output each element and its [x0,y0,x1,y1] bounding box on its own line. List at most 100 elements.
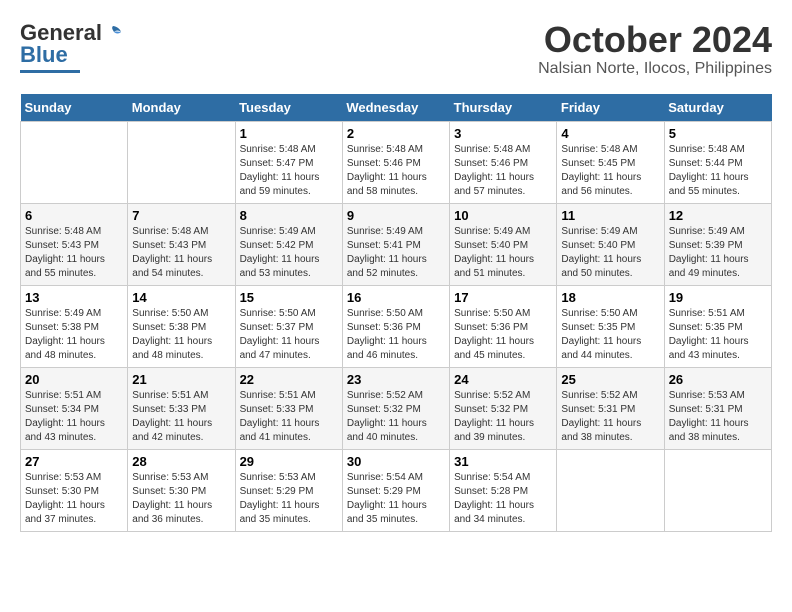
sunrise-text: Sunrise: 5:48 AM [454,144,530,155]
daylight-text: Daylight: 11 hours and 38 minutes. [561,418,641,443]
month-title: October 2024 [538,20,772,60]
sunset-text: Sunset: 5:35 PM [669,322,743,333]
weekday-header-wednesday: Wednesday [342,94,449,122]
day-number: 30 [347,454,445,469]
sunset-text: Sunset: 5:39 PM [669,240,743,251]
day-number: 23 [347,372,445,387]
day-info: Sunrise: 5:53 AM Sunset: 5:29 PM Dayligh… [240,471,338,527]
daylight-text: Daylight: 11 hours and 55 minutes. [25,254,105,279]
logo-divider [20,70,80,73]
weekday-header-thursday: Thursday [450,94,557,122]
sunset-text: Sunset: 5:38 PM [132,322,206,333]
day-number: 8 [240,208,338,223]
weekday-header-sunday: Sunday [21,94,128,122]
day-info: Sunrise: 5:50 AM Sunset: 5:38 PM Dayligh… [132,307,230,363]
sunset-text: Sunset: 5:29 PM [347,486,421,497]
calendar-cell: 12 Sunrise: 5:49 AM Sunset: 5:39 PM Dayl… [664,203,771,285]
page-header: General Blue October 2024 Nalsian Norte,… [20,20,772,78]
daylight-text: Daylight: 11 hours and 46 minutes. [347,336,427,361]
sunrise-text: Sunrise: 5:52 AM [561,390,637,401]
day-info: Sunrise: 5:54 AM Sunset: 5:29 PM Dayligh… [347,471,445,527]
calendar-cell: 3 Sunrise: 5:48 AM Sunset: 5:46 PM Dayli… [450,121,557,203]
day-info: Sunrise: 5:49 AM Sunset: 5:41 PM Dayligh… [347,225,445,281]
logo-bird-icon [104,24,122,42]
day-info: Sunrise: 5:48 AM Sunset: 5:45 PM Dayligh… [561,143,659,199]
calendar-cell: 20 Sunrise: 5:51 AM Sunset: 5:34 PM Dayl… [21,367,128,449]
sunrise-text: Sunrise: 5:48 AM [240,144,316,155]
sunset-text: Sunset: 5:42 PM [240,240,314,251]
calendar-cell [664,449,771,531]
day-info: Sunrise: 5:49 AM Sunset: 5:39 PM Dayligh… [669,225,767,281]
weekday-header-monday: Monday [128,94,235,122]
sunrise-text: Sunrise: 5:52 AM [347,390,423,401]
daylight-text: Daylight: 11 hours and 43 minutes. [25,418,105,443]
sunrise-text: Sunrise: 5:49 AM [561,226,637,237]
sunrise-text: Sunrise: 5:48 AM [25,226,101,237]
day-number: 25 [561,372,659,387]
sunset-text: Sunset: 5:43 PM [25,240,99,251]
sunrise-text: Sunrise: 5:50 AM [240,308,316,319]
logo-blue: Blue [20,42,68,68]
weekday-header-tuesday: Tuesday [235,94,342,122]
sunrise-text: Sunrise: 5:48 AM [669,144,745,155]
day-number: 9 [347,208,445,223]
day-number: 24 [454,372,552,387]
sunrise-text: Sunrise: 5:54 AM [347,472,423,483]
day-number: 2 [347,126,445,141]
location-title: Nalsian Norte, Ilocos, Philippines [538,60,772,78]
sunset-text: Sunset: 5:47 PM [240,158,314,169]
daylight-text: Daylight: 11 hours and 48 minutes. [25,336,105,361]
day-info: Sunrise: 5:51 AM Sunset: 5:33 PM Dayligh… [132,389,230,445]
day-number: 20 [25,372,123,387]
calendar-cell [21,121,128,203]
calendar-cell: 25 Sunrise: 5:52 AM Sunset: 5:31 PM Dayl… [557,367,664,449]
calendar-cell: 29 Sunrise: 5:53 AM Sunset: 5:29 PM Dayl… [235,449,342,531]
calendar-cell: 19 Sunrise: 5:51 AM Sunset: 5:35 PM Dayl… [664,285,771,367]
daylight-text: Daylight: 11 hours and 40 minutes. [347,418,427,443]
daylight-text: Daylight: 11 hours and 34 minutes. [454,500,534,525]
sunset-text: Sunset: 5:33 PM [240,404,314,415]
calendar-cell: 1 Sunrise: 5:48 AM Sunset: 5:47 PM Dayli… [235,121,342,203]
day-number: 4 [561,126,659,141]
calendar-cell: 14 Sunrise: 5:50 AM Sunset: 5:38 PM Dayl… [128,285,235,367]
sunrise-text: Sunrise: 5:48 AM [561,144,637,155]
calendar-cell: 9 Sunrise: 5:49 AM Sunset: 5:41 PM Dayli… [342,203,449,285]
day-info: Sunrise: 5:49 AM Sunset: 5:38 PM Dayligh… [25,307,123,363]
sunrise-text: Sunrise: 5:53 AM [240,472,316,483]
sunrise-text: Sunrise: 5:48 AM [347,144,423,155]
day-info: Sunrise: 5:52 AM Sunset: 5:32 PM Dayligh… [454,389,552,445]
calendar-cell: 18 Sunrise: 5:50 AM Sunset: 5:35 PM Dayl… [557,285,664,367]
sunrise-text: Sunrise: 5:50 AM [132,308,208,319]
calendar-cell: 5 Sunrise: 5:48 AM Sunset: 5:44 PM Dayli… [664,121,771,203]
day-number: 18 [561,290,659,305]
day-info: Sunrise: 5:48 AM Sunset: 5:46 PM Dayligh… [347,143,445,199]
daylight-text: Daylight: 11 hours and 48 minutes. [132,336,212,361]
sunrise-text: Sunrise: 5:50 AM [347,308,423,319]
daylight-text: Daylight: 11 hours and 37 minutes. [25,500,105,525]
calendar-cell: 23 Sunrise: 5:52 AM Sunset: 5:32 PM Dayl… [342,367,449,449]
calendar-cell: 8 Sunrise: 5:49 AM Sunset: 5:42 PM Dayli… [235,203,342,285]
day-number: 7 [132,208,230,223]
day-info: Sunrise: 5:49 AM Sunset: 5:40 PM Dayligh… [454,225,552,281]
sunrise-text: Sunrise: 5:54 AM [454,472,530,483]
sunset-text: Sunset: 5:31 PM [561,404,635,415]
day-number: 21 [132,372,230,387]
daylight-text: Daylight: 11 hours and 44 minutes. [561,336,641,361]
daylight-text: Daylight: 11 hours and 51 minutes. [454,254,534,279]
sunset-text: Sunset: 5:30 PM [132,486,206,497]
calendar-cell: 10 Sunrise: 5:49 AM Sunset: 5:40 PM Dayl… [450,203,557,285]
day-info: Sunrise: 5:48 AM Sunset: 5:43 PM Dayligh… [132,225,230,281]
day-info: Sunrise: 5:50 AM Sunset: 5:37 PM Dayligh… [240,307,338,363]
sunrise-text: Sunrise: 5:53 AM [669,390,745,401]
day-number: 29 [240,454,338,469]
daylight-text: Daylight: 11 hours and 50 minutes. [561,254,641,279]
sunrise-text: Sunrise: 5:48 AM [132,226,208,237]
daylight-text: Daylight: 11 hours and 54 minutes. [132,254,212,279]
day-number: 14 [132,290,230,305]
calendar-cell: 16 Sunrise: 5:50 AM Sunset: 5:36 PM Dayl… [342,285,449,367]
day-info: Sunrise: 5:51 AM Sunset: 5:34 PM Dayligh… [25,389,123,445]
sunset-text: Sunset: 5:44 PM [669,158,743,169]
calendar-cell: 4 Sunrise: 5:48 AM Sunset: 5:45 PM Dayli… [557,121,664,203]
daylight-text: Daylight: 11 hours and 58 minutes. [347,172,427,197]
day-number: 10 [454,208,552,223]
